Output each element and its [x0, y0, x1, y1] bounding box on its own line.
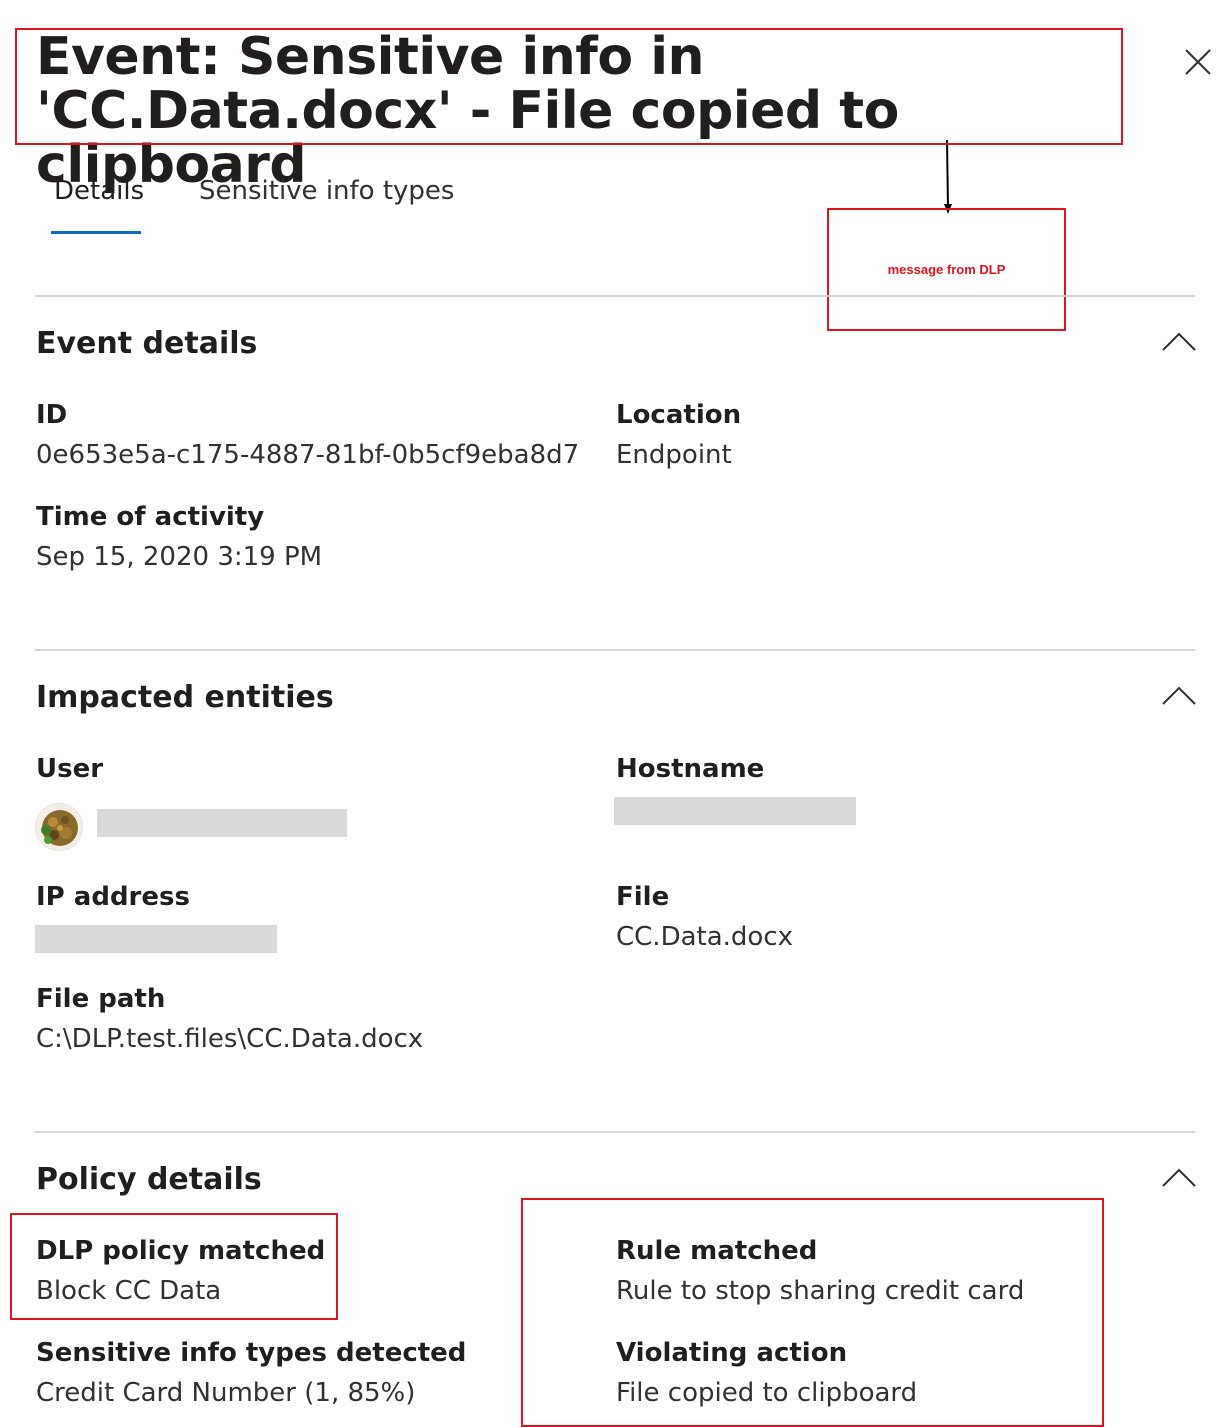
- section-divider: [35, 1131, 1195, 1133]
- annotation-title-box: [15, 28, 1123, 145]
- id-value: 0e653e5a-c175-4887-81bf-0b5cf9eba8d7: [36, 440, 580, 470]
- tab-active-indicator: [51, 231, 141, 234]
- location-label: Location: [616, 400, 742, 430]
- annotation-dlp-message-text: message from DLP: [887, 262, 1006, 277]
- section-divider: [35, 295, 1195, 297]
- file-label: File: [616, 882, 670, 912]
- file-path-value: C:\DLP.test.files\CC.Data.docx: [36, 1024, 424, 1054]
- sensitive-info-types-value: Credit Card Number (1, 85%): [36, 1378, 416, 1408]
- time-of-activity-label: Time of activity: [36, 502, 265, 532]
- user-label: User: [36, 754, 104, 784]
- section-divider: [35, 649, 1195, 651]
- sensitive-info-types-label: Sensitive info types detected: [36, 1338, 467, 1368]
- tab-details[interactable]: Details: [54, 176, 144, 206]
- chevron-up-icon[interactable]: [1160, 1166, 1198, 1190]
- policy-details-heading: Policy details: [36, 1162, 262, 1197]
- file-value: CC.Data.docx: [616, 922, 794, 952]
- avatar: [35, 803, 83, 851]
- rule-matched-label: Rule matched: [616, 1236, 818, 1266]
- event-details-heading: Event details: [36, 326, 258, 361]
- dlp-policy-matched-value: Block CC Data: [36, 1276, 222, 1306]
- location-value: Endpoint: [616, 440, 732, 470]
- rule-matched-value: Rule to stop sharing credit card: [616, 1276, 1025, 1306]
- ip-address-redacted: [35, 925, 277, 953]
- chevron-up-icon[interactable]: [1160, 330, 1198, 354]
- violating-action-value: File copied to clipboard: [616, 1378, 918, 1408]
- user-name-redacted: [97, 809, 347, 837]
- impacted-entities-heading: Impacted entities: [36, 680, 334, 715]
- violating-action-label: Violating action: [616, 1338, 848, 1368]
- chevron-up-icon[interactable]: [1160, 684, 1198, 708]
- close-button[interactable]: [1180, 44, 1216, 80]
- file-path-label: File path: [36, 984, 166, 1014]
- avatar-image: [36, 804, 82, 850]
- dlp-policy-matched-label: DLP policy matched: [36, 1236, 326, 1266]
- hostname-label: Hostname: [616, 754, 765, 784]
- annotation-dlp-message-box: message from DLP: [827, 208, 1066, 331]
- hostname-redacted: [614, 797, 856, 825]
- time-of-activity-value: Sep 15, 2020 3:19 PM: [36, 542, 323, 572]
- annotation-arrow: [944, 140, 952, 214]
- close-icon: [1185, 49, 1211, 75]
- id-label: ID: [36, 400, 68, 430]
- ip-address-label: IP address: [36, 882, 190, 912]
- tab-sensitive-info-types[interactable]: Sensitive info types: [199, 176, 454, 206]
